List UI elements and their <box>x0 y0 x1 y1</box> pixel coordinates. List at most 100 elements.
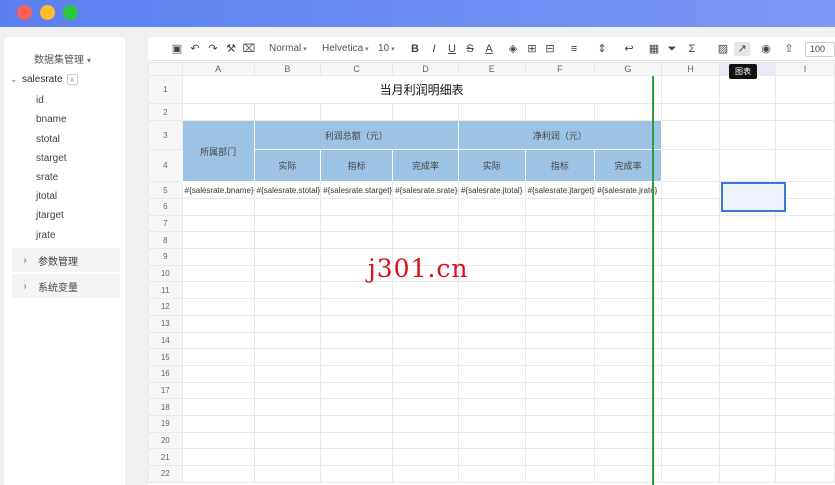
cell[interactable] <box>775 75 835 104</box>
cell[interactable] <box>320 214 394 233</box>
report-title-cell[interactable]: 当月利润明细表 <box>181 75 662 104</box>
row-header[interactable]: 12 <box>148 298 183 316</box>
cell[interactable] <box>181 314 255 333</box>
cell[interactable] <box>660 231 721 250</box>
dataset-salesrate[interactable]: ⌄ salesrate x <box>10 72 78 86</box>
cell[interactable] <box>524 198 596 216</box>
cell[interactable] <box>775 431 835 450</box>
cell[interactable] <box>775 331 835 350</box>
cell[interactable] <box>775 314 835 333</box>
cell[interactable] <box>524 231 596 250</box>
row-header[interactable]: 5 <box>148 181 183 199</box>
cell[interactable] <box>181 348 255 366</box>
row-header[interactable]: 16 <box>148 364 183 383</box>
cell[interactable] <box>253 414 322 433</box>
cell[interactable] <box>181 281 255 300</box>
cell[interactable] <box>775 149 835 182</box>
selected-cell-highlight[interactable] <box>721 182 786 212</box>
cell[interactable] <box>719 398 777 416</box>
cell[interactable] <box>719 331 777 350</box>
cell[interactable] <box>719 248 777 266</box>
cell[interactable] <box>524 348 596 366</box>
cell[interactable] <box>320 465 394 483</box>
cell[interactable] <box>320 103 394 121</box>
cell[interactable] <box>320 231 394 250</box>
cell[interactable] <box>775 381 835 400</box>
cell[interactable] <box>775 465 835 483</box>
row-header[interactable]: 9 <box>148 248 183 266</box>
remove-dataset-icon[interactable]: x <box>66 73 78 85</box>
row-header[interactable]: 21 <box>148 448 183 466</box>
cell[interactable] <box>524 264 596 283</box>
cell[interactable] <box>719 431 777 450</box>
fill-color-icon[interactable]: ◈ <box>506 42 520 56</box>
cell[interactable] <box>719 465 777 483</box>
freeze-icon[interactable]: ▦ <box>647 42 661 56</box>
cell[interactable] <box>253 264 322 283</box>
undo-icon[interactable]: ↶ <box>188 42 202 56</box>
cell[interactable] <box>775 264 835 283</box>
export-icon[interactable]: ⇧ <box>782 42 796 56</box>
cell[interactable] <box>524 364 596 383</box>
cell[interactable] <box>719 214 777 233</box>
function-icon[interactable]: Σ <box>685 42 699 56</box>
cell[interactable] <box>392 465 459 483</box>
sub-header-cell[interactable]: 完成率 <box>392 149 459 182</box>
cell[interactable] <box>181 198 255 216</box>
cell[interactable] <box>660 149 721 182</box>
underline-icon[interactable]: U <box>445 42 459 56</box>
net-profit-header-cell[interactable]: 净利润（元） <box>457 120 662 150</box>
cell[interactable] <box>181 298 255 316</box>
cell[interactable] <box>181 331 255 350</box>
cell[interactable] <box>181 264 255 283</box>
cell[interactable] <box>719 348 777 366</box>
cell[interactable] <box>253 231 322 250</box>
cell[interactable] <box>775 231 835 250</box>
cell[interactable] <box>719 231 777 250</box>
field-item[interactable]: jrate <box>36 230 55 241</box>
cell[interactable] <box>253 398 322 416</box>
cell[interactable] <box>392 448 459 466</box>
cell[interactable] <box>524 431 596 450</box>
cell[interactable] <box>392 414 459 433</box>
cell[interactable] <box>181 248 255 266</box>
cell[interactable] <box>660 414 721 433</box>
cell[interactable] <box>457 381 526 400</box>
cell[interactable] <box>524 298 596 316</box>
column-header[interactable]: F <box>524 62 596 76</box>
align-horizontal-icon[interactable]: ≡ <box>567 42 581 56</box>
row-header[interactable]: 13 <box>148 314 183 333</box>
selected-cell[interactable] <box>719 149 777 182</box>
cell[interactable] <box>524 314 596 333</box>
cell[interactable] <box>660 331 721 350</box>
field-item[interactable]: jtotal <box>36 191 57 202</box>
dataset-manager-menu[interactable]: 数据集管理 ▾ <box>34 51 91 66</box>
cell[interactable] <box>660 398 721 416</box>
dept-header-cell[interactable]: 所属部门 <box>181 120 255 182</box>
cell[interactable] <box>775 348 835 366</box>
cell[interactable] <box>660 465 721 483</box>
bold-icon[interactable]: B <box>408 42 422 56</box>
cell[interactable] <box>660 214 721 233</box>
cell[interactable] <box>253 248 322 266</box>
cell[interactable] <box>660 348 721 366</box>
cell[interactable] <box>392 298 459 316</box>
cell[interactable] <box>524 398 596 416</box>
row-header[interactable]: 22 <box>148 465 183 483</box>
cell[interactable] <box>457 448 526 466</box>
sub-header-cell[interactable]: 实际 <box>457 149 526 182</box>
cell[interactable] <box>320 364 394 383</box>
cell[interactable] <box>660 120 721 150</box>
template-cell[interactable]: #{salesrate.jtotal} <box>457 181 526 199</box>
strikethrough-icon[interactable]: S <box>463 42 477 56</box>
cell[interactable] <box>320 281 394 300</box>
template-cell[interactable]: #{salesrate.jtarget} <box>524 181 596 199</box>
cell[interactable] <box>660 381 721 400</box>
cell[interactable] <box>524 248 596 266</box>
cell[interactable] <box>253 431 322 450</box>
cell[interactable] <box>775 281 835 300</box>
cell[interactable] <box>320 314 394 333</box>
column-header[interactable]: B <box>253 62 322 76</box>
panel-parameters[interactable]: › 参数管理 <box>12 248 120 272</box>
cell[interactable] <box>253 214 322 233</box>
